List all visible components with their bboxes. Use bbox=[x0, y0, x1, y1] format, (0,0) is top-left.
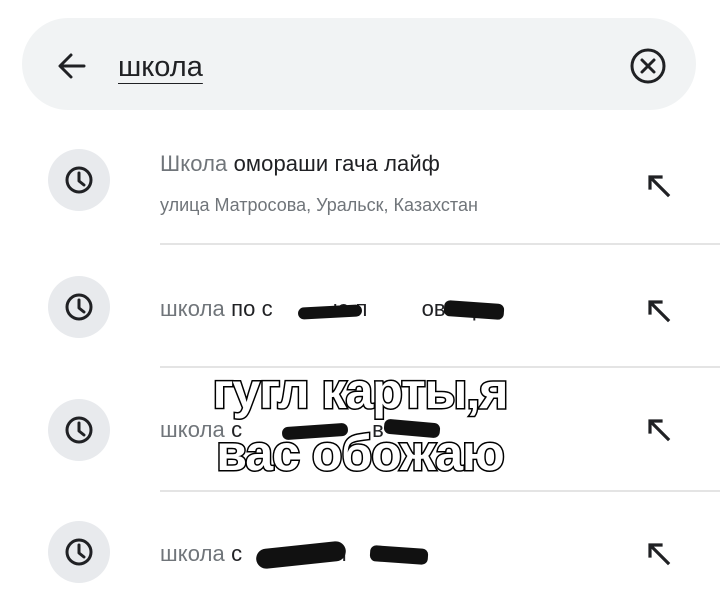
suggestion-rest-text: омораши гача лайф bbox=[227, 151, 440, 176]
history-clock-icon bbox=[48, 276, 110, 338]
suggestion-rest-text: с bbox=[224, 541, 243, 566]
suggestion-title: Школа омораши гача лайф bbox=[160, 151, 440, 177]
meme-caption-line-2: вас обожаю bbox=[215, 425, 506, 481]
history-clock-icon bbox=[48, 521, 110, 583]
search-input[interactable] bbox=[118, 44, 578, 90]
suggestion-row-4[interactable]: школа се пс bbox=[0, 495, 720, 605]
suggestion-match-text: школа bbox=[160, 296, 225, 321]
back-arrow-icon[interactable] bbox=[54, 48, 90, 84]
history-clock-icon bbox=[48, 149, 110, 211]
fill-query-arrow-icon[interactable] bbox=[646, 173, 672, 199]
suggestion-row-1[interactable]: Школа омораши гача лайф улица Матросова,… bbox=[0, 135, 720, 245]
fill-query-arrow-icon[interactable] bbox=[646, 298, 672, 324]
clear-search-icon[interactable] bbox=[626, 44, 670, 88]
suggestion-rest-text: по с bbox=[224, 296, 273, 321]
fill-query-arrow-icon[interactable] bbox=[646, 541, 672, 567]
suggestion-address: улица Матросова, Уральск, Казахстан bbox=[160, 195, 478, 215]
suggestion-match-text: школа bbox=[160, 541, 225, 566]
meme-caption-line-1: гугл карты,я bbox=[211, 363, 510, 419]
divider bbox=[160, 490, 720, 492]
divider bbox=[160, 243, 720, 245]
suggestion-match-text: Школа bbox=[160, 151, 228, 176]
suggestion-row-2[interactable]: школа по сю пов гар... bbox=[0, 250, 720, 360]
